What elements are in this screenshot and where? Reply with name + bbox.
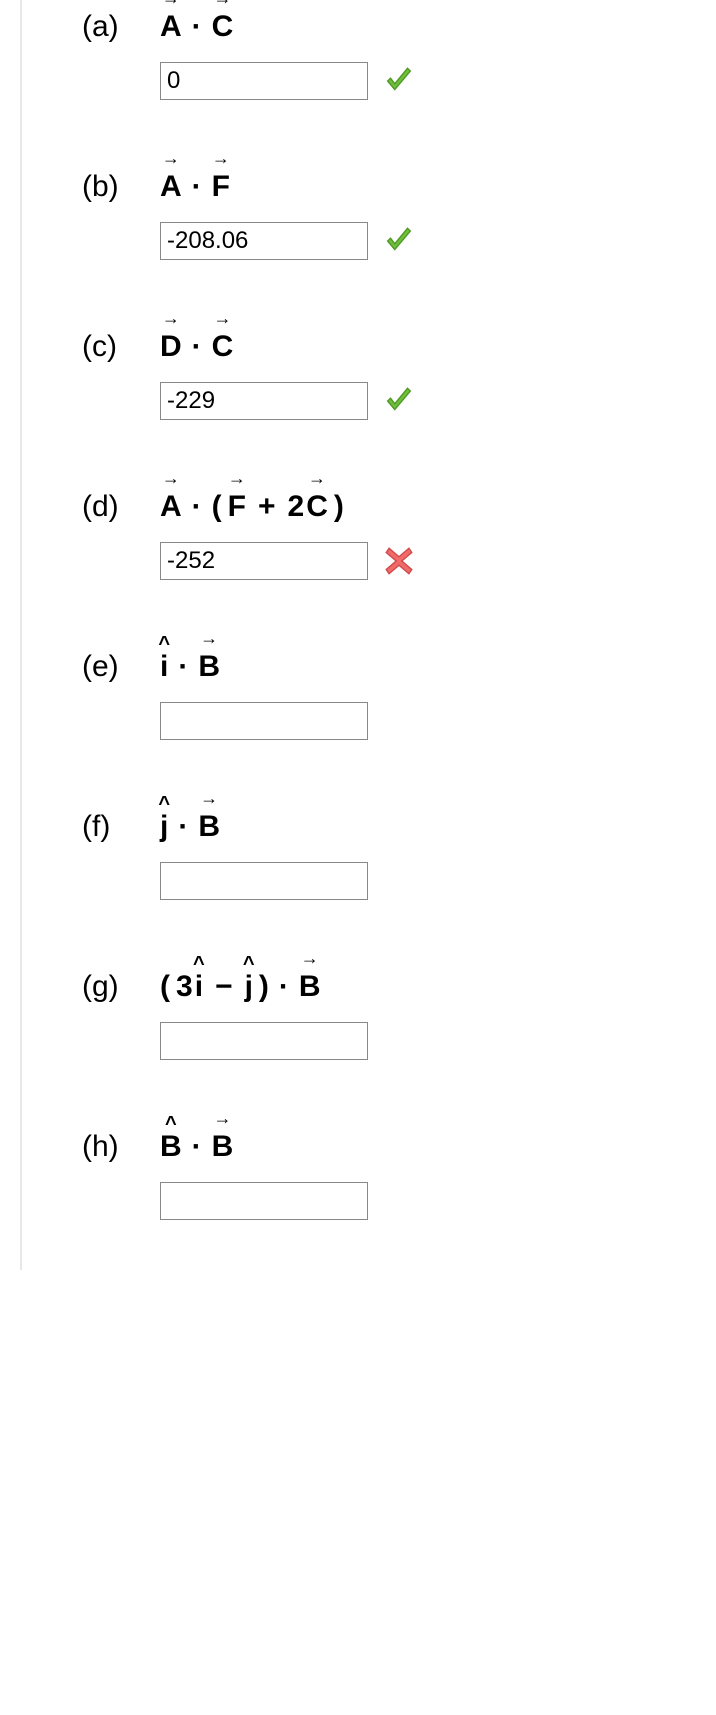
vector-F: →F — [228, 490, 246, 524]
question-label: (h) — [82, 1130, 142, 1164]
vector-D: →D — [160, 330, 182, 364]
question-h-prompt: (h) ^B · →B — [82, 1130, 716, 1164]
expression-ihat-dot-b: ^i · →B — [160, 650, 220, 684]
vector-F: →F — [212, 170, 230, 204]
question-e-prompt: (e) ^i · →B — [82, 650, 716, 684]
question-e: (e) ^i · →B — [82, 650, 716, 740]
question-d-prompt: (d) →A · ( →F + 2 →C ) — [82, 490, 716, 524]
question-d: (d) →A · ( →F + 2 →C ) — [82, 490, 716, 580]
rparen: ) — [259, 970, 269, 1004]
question-g: (g) ( 3 ^i − ^j ) · →B — [82, 970, 716, 1060]
rparen: ) — [334, 490, 344, 524]
i-hat: ^i — [160, 650, 168, 684]
answer-row-a — [160, 62, 716, 100]
question-a: (a) →A · →C — [82, 10, 716, 100]
vector-B: →B — [299, 970, 321, 1004]
question-c: (c) →D · →C — [82, 330, 716, 420]
check-icon — [382, 224, 416, 258]
answer-row-b — [160, 222, 716, 260]
vector-C: →C — [212, 10, 234, 44]
expression-a-dot-f-plus-2c: →A · ( →F + 2 →C ) — [160, 490, 344, 524]
answer-input-g[interactable] — [160, 1022, 368, 1060]
answer-row-h — [160, 1182, 716, 1220]
i-hat: ^i — [195, 970, 203, 1004]
question-a-prompt: (a) →A · →C — [82, 10, 716, 44]
dot-operator: · — [174, 650, 192, 684]
b-hat: ^B — [160, 1130, 182, 1164]
question-g-prompt: (g) ( 3 ^i − ^j ) · →B — [82, 970, 716, 1004]
question-b: (b) →A · →F — [82, 170, 716, 260]
plus-sign: + — [252, 490, 282, 524]
vector-C: →C — [306, 490, 328, 524]
expression-a-dot-c: →A · →C — [160, 10, 233, 44]
dot-operator: · — [188, 170, 206, 204]
vector-A: →A — [160, 490, 182, 524]
expression-bhat-dot-b: ^B · →B — [160, 1130, 233, 1164]
dot-operator: · — [188, 10, 206, 44]
vector-A: →A — [160, 170, 182, 204]
vector-C: →C — [212, 330, 234, 364]
dot-operator: · — [275, 970, 293, 1004]
coef-2: 2 — [288, 490, 305, 524]
question-label: (d) — [82, 490, 142, 524]
expression-a-dot-f: →A · →F — [160, 170, 230, 204]
question-f-prompt: (f) ^j · →B — [82, 810, 716, 844]
question-label: (f) — [82, 810, 142, 844]
x-icon — [382, 544, 416, 578]
dot-operator: · — [188, 490, 206, 524]
dot-operator: · — [174, 810, 192, 844]
vector-B: →B — [198, 650, 220, 684]
answer-input-b[interactable] — [160, 222, 368, 260]
check-icon — [382, 384, 416, 418]
dot-operator: · — [188, 330, 206, 364]
check-icon — [382, 64, 416, 98]
expression-3i-minus-j-dot-b: ( 3 ^i − ^j ) · →B — [160, 970, 321, 1004]
question-b-prompt: (b) →A · →F — [82, 170, 716, 204]
question-h: (h) ^B · →B — [82, 1130, 716, 1220]
answer-row-e — [160, 702, 716, 740]
expression-jhat-dot-b: ^j · →B — [160, 810, 220, 844]
j-hat: ^j — [245, 970, 253, 1004]
quiz-page: (a) →A · →C (b) →A · →F — [20, 0, 716, 1270]
answer-row-f — [160, 862, 716, 900]
answer-input-f[interactable] — [160, 862, 368, 900]
vector-B: →B — [212, 1130, 234, 1164]
question-label: (b) — [82, 170, 142, 204]
answer-row-c — [160, 382, 716, 420]
question-f: (f) ^j · →B — [82, 810, 716, 900]
answer-input-a[interactable] — [160, 62, 368, 100]
answer-input-e[interactable] — [160, 702, 368, 740]
question-label: (c) — [82, 330, 142, 364]
answer-input-c[interactable] — [160, 382, 368, 420]
answer-input-h[interactable] — [160, 1182, 368, 1220]
expression-d-dot-c: →D · →C — [160, 330, 233, 364]
answer-row-d — [160, 542, 716, 580]
minus-sign: − — [209, 970, 239, 1004]
question-label: (e) — [82, 650, 142, 684]
j-hat: ^j — [160, 810, 168, 844]
coef-3: 3 — [176, 970, 193, 1004]
vector-A: →A — [160, 10, 182, 44]
vector-B: →B — [198, 810, 220, 844]
answer-row-g — [160, 1022, 716, 1060]
dot-operator: · — [188, 1130, 206, 1164]
question-label: (a) — [82, 10, 142, 44]
lparen: ( — [160, 970, 170, 1004]
answer-input-d[interactable] — [160, 542, 368, 580]
question-label: (g) — [82, 970, 142, 1004]
question-c-prompt: (c) →D · →C — [82, 330, 716, 364]
lparen: ( — [212, 490, 222, 524]
